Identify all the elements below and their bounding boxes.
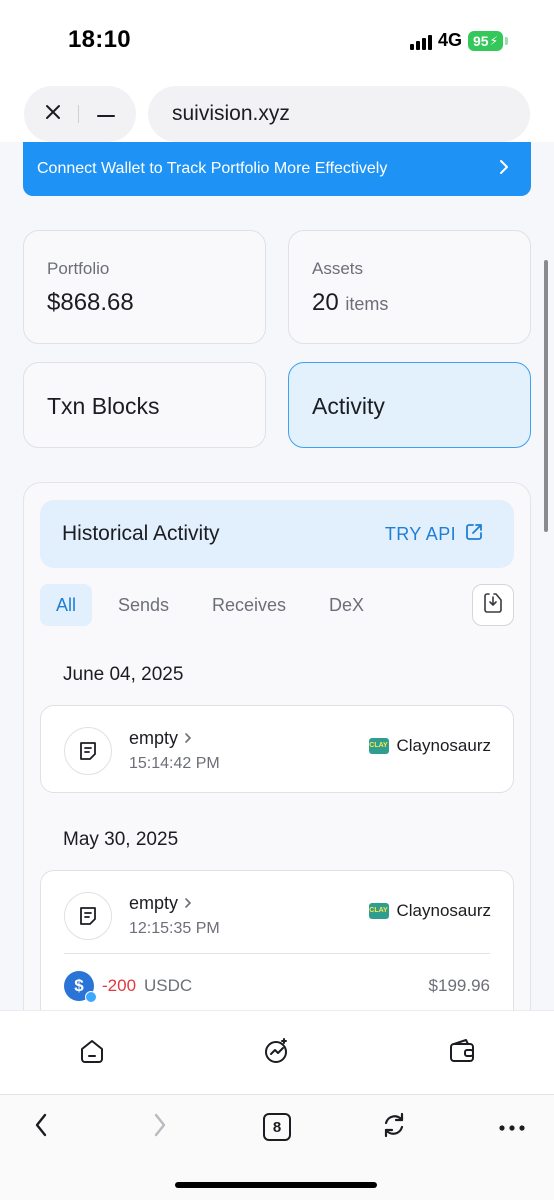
home-icon xyxy=(78,1037,106,1070)
verified-badge-icon xyxy=(85,991,97,1003)
project-name: Claynosaurz xyxy=(396,901,492,920)
browser-controls xyxy=(24,86,136,142)
activity-label: Activity xyxy=(312,393,385,419)
txn-card[interactable]: empty 15:14:42 PM CLAY Claynosaurz xyxy=(40,705,514,793)
tabs-button[interactable]: 8 xyxy=(257,1107,297,1147)
activity-tabs: All Sends Receives DeX xyxy=(40,584,514,628)
forward-button[interactable] xyxy=(140,1107,180,1147)
txn-project[interactable]: CLAY Claynosaurz xyxy=(368,901,492,921)
assets-card[interactable]: Assets 20 items xyxy=(288,230,531,344)
status-indicators: 4G 95 ⚡ xyxy=(409,30,508,51)
network-label: 4G xyxy=(437,30,462,50)
tab-sends[interactable]: Sends xyxy=(102,584,185,626)
historical-activity-title: Historical Activity xyxy=(62,522,220,545)
txn-type-icon xyxy=(64,727,112,775)
tab-count: 8 xyxy=(263,1113,291,1141)
activity-panel: Historical Activity TRY API All Sends Re… xyxy=(23,482,531,1010)
tab-dex[interactable]: DeX xyxy=(313,584,380,626)
close-icon[interactable] xyxy=(45,104,61,125)
pill-divider xyxy=(78,105,80,123)
browser-address-bar: suivision.xyz xyxy=(0,86,554,142)
txn-blocks-label: Txn Blocks xyxy=(47,393,160,419)
date-heading: May 30, 2025 xyxy=(63,829,179,850)
try-api-link[interactable]: TRY API xyxy=(385,522,484,547)
txn-card[interactable]: empty 12:15:35 PM CLAY Claynosaurz $ -20… xyxy=(40,870,514,1010)
assets-value: 20 items xyxy=(312,289,388,317)
signal-icon xyxy=(409,32,432,50)
txn-title: empty xyxy=(129,893,179,913)
amount-token: USDC xyxy=(144,976,193,995)
balance-change: $ -200 USDC xyxy=(64,971,193,1003)
txn-title-link[interactable]: empty xyxy=(129,728,192,749)
txn-time: 12:15:35 PM xyxy=(129,920,220,937)
txn-title-link[interactable]: empty xyxy=(129,893,192,914)
historical-activity-header: Historical Activity TRY API xyxy=(40,500,514,568)
battery-tip xyxy=(505,36,508,45)
export-button[interactable] xyxy=(472,584,514,626)
url-field[interactable]: suivision.xyz xyxy=(148,86,530,142)
divider xyxy=(64,953,490,954)
minimize-icon[interactable] xyxy=(97,105,116,123)
back-button[interactable] xyxy=(21,1107,61,1147)
date-heading: June 04, 2025 xyxy=(63,664,184,685)
activity-card[interactable]: Activity xyxy=(288,362,531,448)
chevron-right-icon xyxy=(184,893,192,914)
scrollbar[interactable] xyxy=(544,260,548,532)
project-name: Claynosaurz xyxy=(396,736,492,755)
wallet-nav-button[interactable] xyxy=(444,1035,480,1071)
chevron-right-icon xyxy=(153,1113,167,1142)
chevron-left-icon xyxy=(34,1113,48,1142)
txn-time: 15:14:42 PM xyxy=(129,755,220,772)
explore-nav-button[interactable] xyxy=(259,1035,295,1071)
amount-usd: $199.96 xyxy=(428,976,490,995)
portfolio-label: Portfolio xyxy=(47,259,110,278)
portfolio-value: $868.68 xyxy=(47,289,134,316)
portfolio-card: Portfolio $868.68 xyxy=(23,230,266,344)
explore-icon xyxy=(262,1036,292,1071)
page-content: Connect Wallet to Track Portfolio More E… xyxy=(0,142,554,1010)
chevron-right-icon xyxy=(184,728,192,749)
url-text: suivision.xyz xyxy=(172,102,290,125)
try-api-label: TRY API xyxy=(384,523,456,544)
refresh-icon xyxy=(380,1111,408,1144)
app-bottom-nav xyxy=(0,1010,554,1094)
claynosaurz-logo: CLAY xyxy=(368,903,389,919)
txn-type-icon xyxy=(64,892,112,940)
chevron-right-icon xyxy=(499,159,509,180)
more-button[interactable] xyxy=(492,1107,532,1147)
assets-label: Assets xyxy=(312,259,364,278)
browser-toolbar: 8 xyxy=(0,1094,554,1200)
assets-count: 20 xyxy=(312,289,339,316)
more-dots-icon xyxy=(499,1118,525,1136)
txn-project[interactable]: CLAY Claynosaurz xyxy=(368,736,492,756)
wallet-icon xyxy=(448,1037,476,1070)
balance-change-row: $ -200 USDC $199.96 xyxy=(64,969,490,1003)
status-bar: 18:10 4G 95 ⚡ xyxy=(0,0,554,78)
claynosaurz-logo: CLAY xyxy=(368,738,389,754)
txn-blocks-card[interactable]: Txn Blocks xyxy=(23,362,266,448)
assets-unit: items xyxy=(345,294,389,314)
usdc-coin-icon: $ xyxy=(64,971,97,1003)
txn-title: empty xyxy=(129,728,179,748)
battery-icon: 95 ⚡ xyxy=(467,30,503,51)
home-indicator xyxy=(175,1182,377,1188)
tab-receives[interactable]: Receives xyxy=(196,584,302,626)
tab-all[interactable]: All xyxy=(40,584,93,626)
home-nav-button[interactable] xyxy=(74,1035,110,1071)
external-link-icon xyxy=(464,522,484,547)
battery-level: 95 xyxy=(472,32,489,49)
banner-text: Connect Wallet to Track Portfolio More E… xyxy=(37,160,388,177)
status-time: 18:10 xyxy=(68,26,131,53)
download-file-icon xyxy=(483,592,503,619)
amount-value: -200 xyxy=(102,976,137,995)
connect-wallet-banner[interactable]: Connect Wallet to Track Portfolio More E… xyxy=(23,142,531,196)
reload-button[interactable] xyxy=(374,1107,414,1147)
